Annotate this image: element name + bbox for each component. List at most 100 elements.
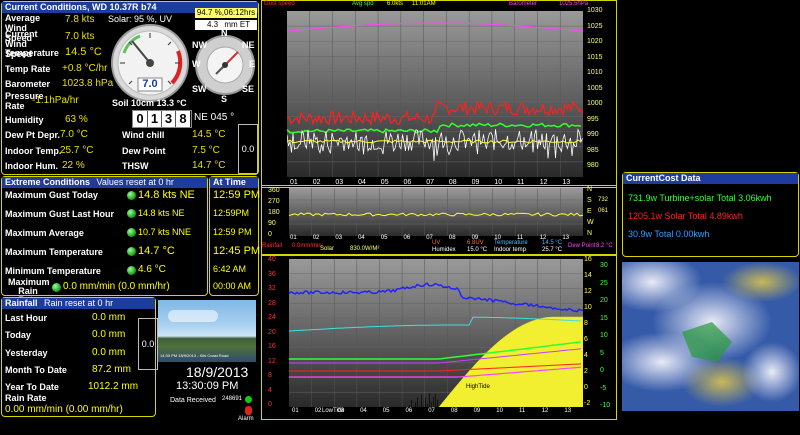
at-time-title: At Time (210, 177, 258, 188)
y-tick-label: 8 (268, 372, 272, 379)
y-tick-label: 40 (268, 256, 276, 263)
wind-speed-line (287, 128, 583, 161)
temprate-label: Temp Rate (5, 64, 51, 74)
y-tick-label: 995 (587, 115, 599, 123)
satellite-svg (622, 262, 799, 411)
x-tick-label: 04 (358, 235, 365, 241)
sun-percent-value: 94.7 %,06:12hrs (196, 8, 256, 17)
wind-direction-line (289, 212, 583, 217)
y-tick-label: 6 (584, 336, 588, 343)
y-tick-label: 24 (268, 314, 276, 321)
x-tick-label: 10 (496, 408, 503, 414)
rainfall-row-value: 0.0 mm (92, 329, 126, 340)
y-tick-label: 360 (268, 187, 280, 194)
dewpoint-value: 7.5 °C (192, 145, 220, 156)
solar-bar (415, 402, 416, 407)
rainfall-row-value: 1012.2 mm (88, 381, 139, 392)
y-tick-label: 1005 (587, 84, 603, 92)
y-tick-label: 25 (600, 279, 608, 287)
low-tide-label: LowTide (322, 408, 345, 414)
y-tick-label: 20 (600, 297, 608, 304)
solar-area (438, 316, 583, 407)
windchill-label: Wind chill (122, 130, 165, 140)
temp-value: 14.5 °C (65, 46, 102, 58)
baro-label: Barometer (5, 79, 51, 89)
graph1-label: Barometer (509, 1, 538, 7)
windchill-value: 14.5 °C (192, 129, 226, 140)
graph1-svg (287, 11, 583, 177)
status-dot-icon (127, 266, 136, 275)
at-time-value: 12:59 PM (213, 227, 252, 237)
legend-label: 0.0mm/min (292, 243, 322, 249)
y-tick-label: 270 (268, 198, 280, 205)
currentcost-line-2: 1205.1w Solar Total 4.89kwh (628, 211, 743, 221)
current-side-value: 0.0 (241, 144, 255, 154)
rainfall-row-label: Yesterday (5, 348, 48, 358)
solar-bar (423, 406, 424, 407)
y-tick-label: 90 (268, 220, 276, 227)
graph2-plot (289, 188, 583, 236)
compass-sw: SW (192, 84, 207, 94)
x-tick-label: 08 (448, 235, 456, 241)
webcam-caption: 14:30 PM 18/9/2013 - Kihi Coast Road (160, 353, 229, 358)
extreme-row-label: Maximum Average (5, 228, 84, 238)
y-tick-label: 4 (584, 352, 588, 359)
y-tick-label: 990 (587, 131, 599, 138)
x-tick-label: 13 (562, 235, 570, 241)
satellite-image[interactable] (622, 262, 799, 411)
rainfall-panel: Rainfall Rain reset at 0 hr Last Hour 0.… (1, 297, 156, 417)
rainfall-row-value: 87.2 mm (92, 364, 131, 375)
compass-s: S (221, 94, 228, 104)
y-tick-label: 0 (600, 367, 604, 374)
graph1-label: Gust speed (264, 1, 295, 7)
direction-value-label: 061 (598, 208, 609, 214)
current-side-box: 0.0 (238, 124, 258, 174)
alarm-icon[interactable] (245, 406, 252, 415)
pressrate-value: -1.1hPa/hr (32, 95, 79, 106)
y-tick-label: -10 (600, 402, 611, 409)
dewdepr-label: Dew Pt Depr. (5, 130, 61, 140)
status-dot-icon (127, 191, 136, 200)
y-tick-label: 15 (600, 314, 608, 322)
solar-bar (425, 397, 426, 407)
extreme-header: Extreme Conditions Values reset at 0 hr (2, 177, 207, 188)
odometer-digit: 8 (176, 111, 190, 127)
wind-baro-graph: Gust speed Avg spd 6.0kts 11:01AM Barome… (261, 0, 617, 188)
compass-nw: NW (192, 40, 207, 50)
rainfall-header: Rainfall Rain reset at 0 hr (2, 298, 155, 309)
y-tick-label: 4 (268, 386, 272, 394)
y-tick-label: 5 (600, 349, 604, 357)
status-dot-icon (52, 283, 61, 292)
compass-w: W (192, 59, 201, 69)
x-tick-label: 02 (314, 408, 322, 414)
rain-rate-value: 0.00 mm/min (0.00 mm/hr) (5, 404, 123, 415)
indoorhum-value: 22 % (62, 160, 85, 171)
currentcost-title: CurrentCost Data (623, 173, 798, 184)
direction-tick-label: E (587, 208, 592, 215)
status-dot-icon (127, 228, 136, 237)
indoortemp-value: 25.7 °C (60, 145, 94, 156)
x-tick-label: 01 (290, 235, 297, 241)
y-tick-label: 16 (584, 256, 592, 263)
y-tick-label: 1030 (587, 7, 603, 14)
solar-bar (421, 394, 422, 407)
gauge-value: 7.0 (142, 78, 158, 90)
humidity-line (289, 282, 583, 313)
graph3-plot (289, 259, 583, 407)
y-tick-label: 8 (584, 320, 588, 327)
extreme-row-label: Minimum Temperature (5, 266, 101, 276)
x-tick-label: 13 (564, 408, 572, 414)
webcam-image[interactable]: 14:30 PM 18/9/2013 - Kihi Coast Road (158, 300, 256, 362)
x-tick-label: 11 (519, 408, 526, 414)
at-time-value: 12:59PM (213, 208, 250, 218)
currentcost-line-3: 30.9w Total 0.00kwh (628, 229, 710, 239)
y-tick-label: 1015 (587, 53, 603, 61)
legend-label: 14.5 °C (542, 240, 563, 246)
solar-bar (433, 396, 434, 407)
status-date: 18/9/2013 (186, 364, 249, 380)
extreme-row-value: 14.8 kts NE (138, 189, 195, 201)
y-tick-label: 980 (587, 162, 599, 169)
thsw-value: 14.7 °C (192, 160, 226, 171)
odometer-digit: 0 (133, 111, 148, 127)
rainfall-row-label: Month To Date (5, 365, 67, 375)
